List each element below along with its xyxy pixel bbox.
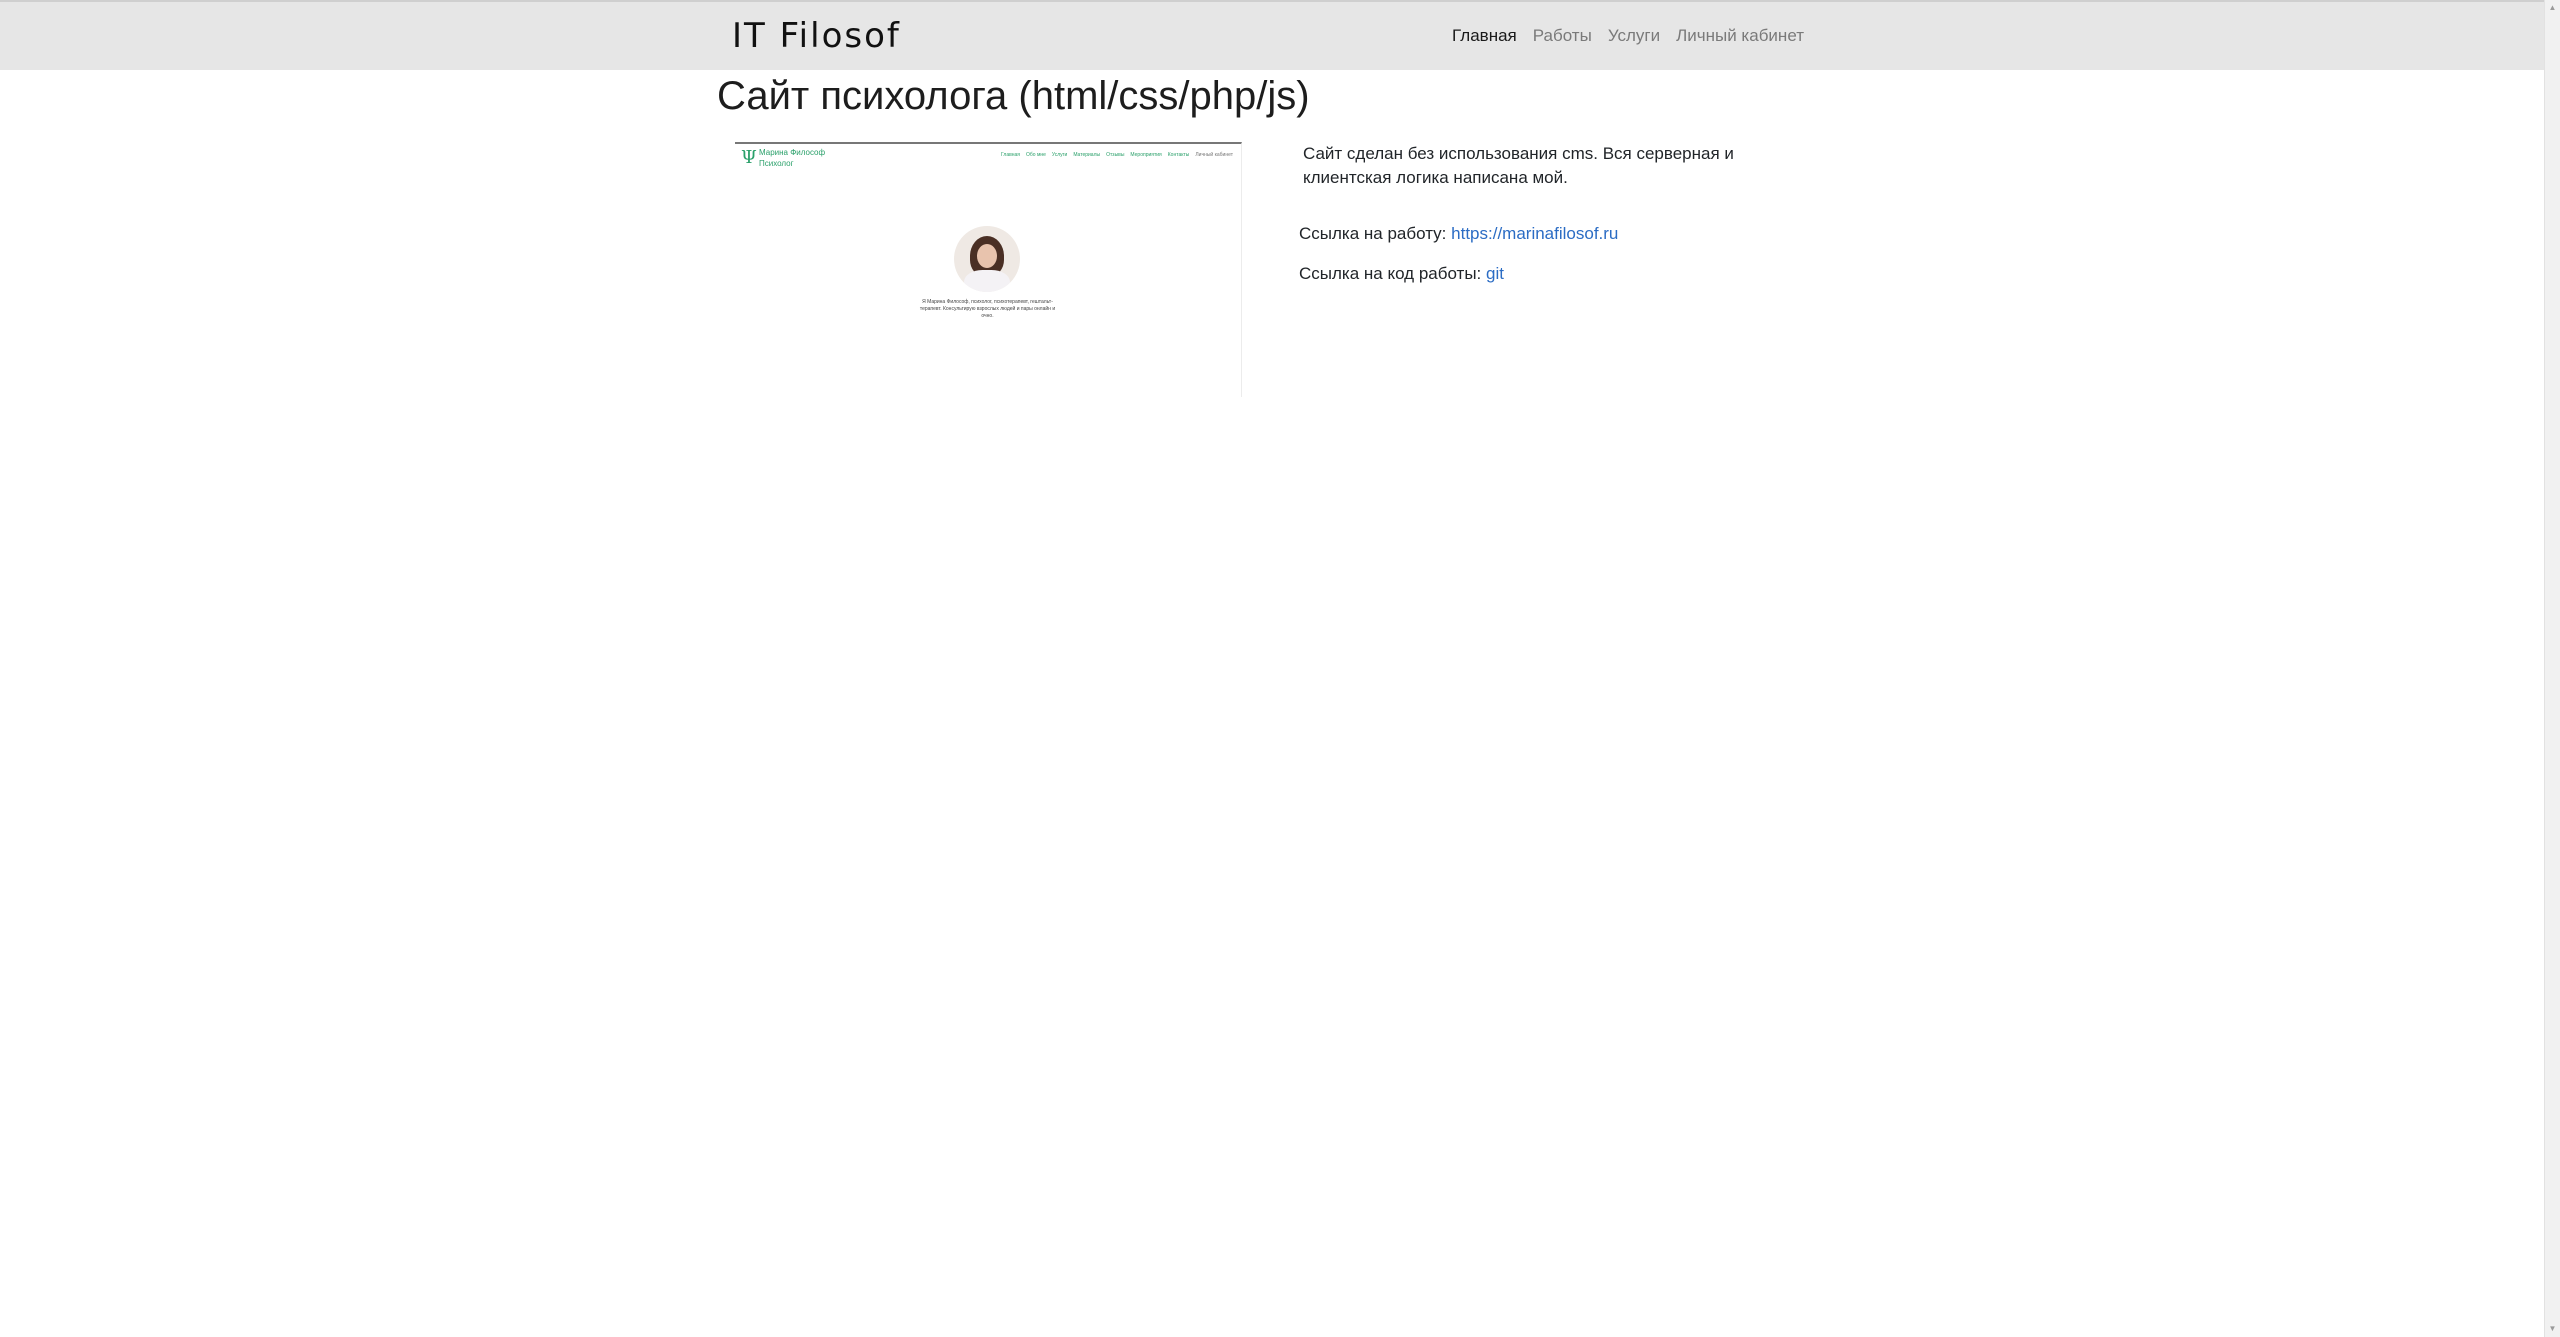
code-link-row: Ссылка на код работы: git: [1299, 262, 1504, 286]
preview-menu: Главная Обо мне Услуги Материалы Отзывы …: [1001, 152, 1233, 158]
nav-item-home[interactable]: Главная: [1452, 24, 1517, 48]
nav-item-account[interactable]: Личный кабинет: [1676, 24, 1804, 48]
preview-menu-item: Обо мне: [1026, 152, 1046, 158]
preview-menu-item: Мероприятия: [1130, 152, 1162, 158]
avatar-body: [964, 270, 1010, 292]
preview-menu-item: Материалы: [1073, 152, 1101, 158]
scroll-down-icon[interactable]: ▼: [2545, 1321, 2560, 1337]
work-link-label: Ссылка на работу:: [1299, 224, 1447, 243]
preview-site-name: Марина Философ Психолог: [759, 148, 826, 168]
preview-menu-item: Главная: [1000, 152, 1021, 158]
nav-item-works[interactable]: Работы: [1533, 24, 1592, 48]
avatar-face: [977, 244, 997, 268]
code-link[interactable]: git: [1486, 264, 1504, 283]
project-description: Сайт сделан без использования cms. Вся с…: [1303, 144, 1734, 187]
work-link[interactable]: https://marinafilosof.ru: [1451, 224, 1618, 243]
preview-caption: Я Марина Философ, психолог, психотерапев…: [919, 299, 1056, 319]
page: IT Filosof Главная Работы Услуги Личный …: [0, 0, 2560, 1337]
nav-item-services[interactable]: Услуги: [1608, 24, 1660, 48]
scroll-up-icon[interactable]: ▲: [2545, 0, 2560, 16]
project-preview-image: Ψ Марина Философ Психолог Главная Обо мн…: [735, 142, 1242, 397]
preview-avatar: [954, 226, 1020, 292]
brand-logo[interactable]: IT Filosof: [732, 16, 901, 56]
preview-menu-item: Услуги: [1051, 152, 1068, 158]
preview-menu-item: Контакты: [1167, 152, 1190, 158]
main-nav: Главная Работы Услуги Личный кабинет: [1452, 24, 1804, 48]
page-title: Сайт психолога (html/css/php/js): [717, 74, 1310, 118]
vertical-scrollbar[interactable]: ▲ ▼: [2544, 0, 2560, 1337]
navbar: IT Filosof Главная Работы Услуги Личный …: [0, 0, 2544, 70]
work-link-row: Ссылка на работу: https://marinafilosof.…: [1299, 222, 1618, 246]
preview-menu-item: Личный кабинет: [1195, 152, 1233, 158]
preview-psi-icon: Ψ: [741, 147, 757, 168]
preview-menu-item: Отзывы: [1106, 152, 1125, 158]
code-link-label: Ссылка на код работы:: [1299, 264, 1482, 283]
